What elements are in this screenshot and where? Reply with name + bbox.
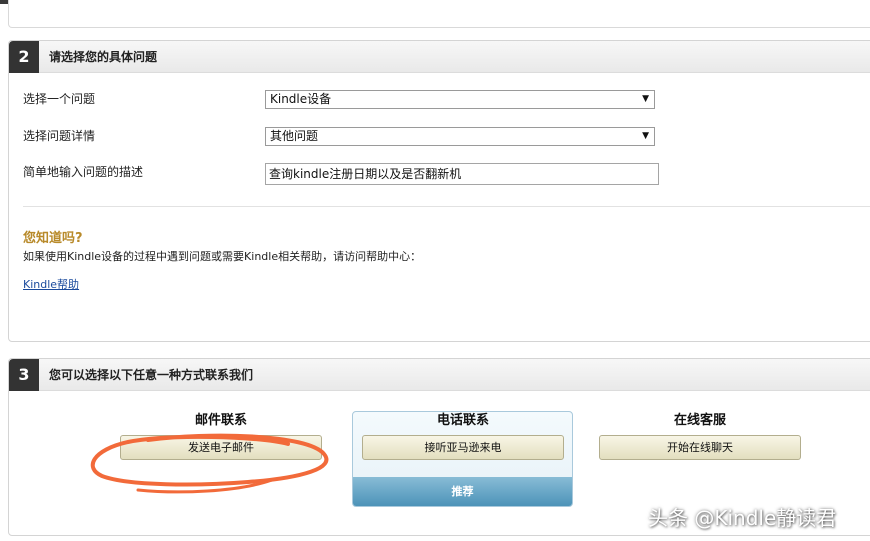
issue-select-value: Kindle设备: [270, 92, 332, 106]
issue-detail-select[interactable]: 其他问题 ▼: [265, 127, 655, 146]
section-3-title: 您可以选择以下任意一种方式联系我们: [49, 368, 254, 382]
send-email-button[interactable]: 发送电子邮件: [120, 435, 322, 460]
section-2-header: 2 请选择您的具体问题: [9, 41, 870, 73]
recommend-badge: 推荐: [353, 477, 572, 506]
section-3-header: 3 您可以选择以下任意一种方式联系我们: [9, 359, 870, 391]
description-input[interactable]: 查询kindle注册日期以及是否翻新机: [265, 163, 659, 185]
email-contact-heading: 邮件联系: [194, 413, 247, 428]
start-chat-button[interactable]: 开始在线聊天: [599, 435, 801, 460]
step-number-3: 3: [9, 359, 39, 391]
section-2-title: 请选择您的具体问题: [49, 50, 158, 64]
did-you-know-text: 如果使用Kindle设备的过程中遇到问题或需要Kindle相关帮助，请访问帮助中…: [23, 250, 422, 263]
phone-contact-heading: 电话联系: [436, 413, 489, 428]
description-label: 简单地输入问题的描述: [23, 165, 144, 179]
receive-call-button[interactable]: 接听亚马逊来电: [362, 435, 564, 460]
chat-contact-column: 在线客服 开始在线聊天: [598, 411, 802, 460]
issue-label: 选择一个问题: [23, 92, 96, 106]
watermark: 头条 @Kindle静读君: [648, 506, 837, 530]
dropdown-arrow-icon: ▼: [642, 131, 649, 141]
divider: [23, 206, 870, 207]
section-2-panel: 2 请选择您的具体问题 选择一个问题 Kindle设备 ▼ 选择问题详情 其他问…: [8, 40, 870, 342]
phone-contact-column: 电话联系 接听亚马逊来电: [361, 411, 565, 460]
chat-contact-heading: 在线客服: [673, 413, 726, 428]
kindle-help-link[interactable]: Kindle帮助: [23, 276, 79, 292]
did-you-know-title: 您知道吗?: [23, 231, 83, 246]
email-contact-column: 邮件联系 发送电子邮件: [119, 411, 323, 460]
previous-section-panel: [8, 0, 870, 28]
issue-detail-select-value: 其他问题: [270, 129, 319, 143]
dropdown-arrow-icon: ▼: [642, 94, 649, 104]
issue-select[interactable]: Kindle设备 ▼: [265, 90, 655, 109]
step-number-2: 2: [9, 41, 39, 73]
issue-detail-label: 选择问题详情: [23, 129, 96, 143]
